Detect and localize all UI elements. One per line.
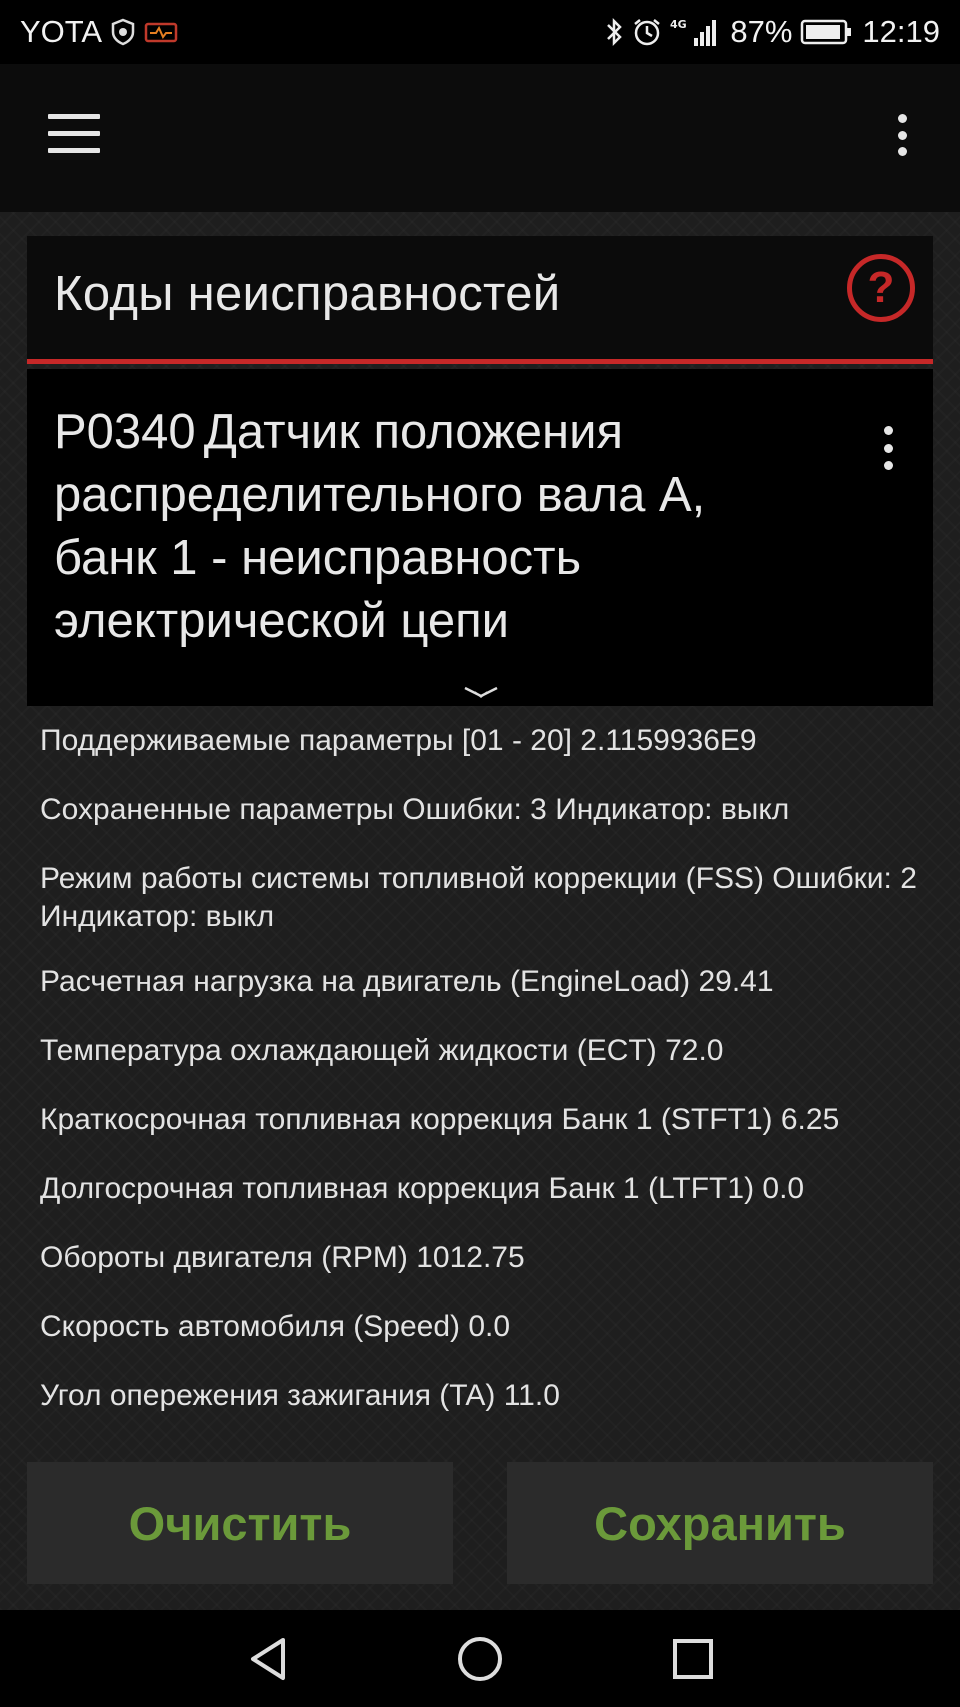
clear-button[interactable]: Очистить — [27, 1462, 453, 1584]
car-diagnostics-icon — [144, 19, 178, 45]
error-options-icon[interactable] — [873, 426, 903, 470]
parameter-item: Краткосрочная топливная коррекция Банк 1… — [40, 1103, 840, 1136]
status-bar-left: YOTA — [20, 14, 178, 50]
app-bar — [0, 64, 960, 212]
alarm-icon — [632, 17, 662, 47]
menu-icon[interactable] — [48, 114, 100, 154]
shield-icon — [110, 18, 136, 46]
parameter-item: Долгосрочная топливная коррекция Банк 1 … — [40, 1172, 805, 1205]
carrier-label: YOTA — [20, 14, 103, 49]
screen: YOTA 4G 87% 12:19 Коды неисправностей ? … — [0, 0, 960, 1707]
parameter-item: Расчетная нагрузка на двигатель (EngineL… — [40, 965, 774, 998]
parameter-item: Скорость автомобиля (Speed) 0.0 — [40, 1310, 511, 1343]
navigation-bar — [0, 1610, 960, 1707]
parameter-item: Сохраненные параметры Ошибки: 3 Индикато… — [40, 793, 790, 826]
page-title: Коды неисправностей — [54, 267, 561, 321]
parameter-item: Угол опережения зажигания (TA) 11.0 — [40, 1379, 560, 1412]
parameter-item: Режим работы системы топливной коррекции… — [40, 862, 917, 933]
chevron-down-icon[interactable] — [463, 685, 499, 701]
parameter-item: Обороты двигателя (RPM) 1012.75 — [40, 1241, 525, 1274]
error-code: P0340 — [54, 405, 196, 459]
clock: 12:19 — [862, 14, 940, 49]
home-icon[interactable] — [455, 1634, 505, 1684]
parameter-item: Температура охлаждающей жидкости (ECT) 7… — [40, 1034, 724, 1067]
network-type-label: 4G — [670, 18, 687, 31]
bluetooth-icon — [604, 17, 624, 47]
signal-icon: 4G — [670, 16, 722, 48]
back-icon[interactable] — [245, 1634, 295, 1684]
overflow-menu-icon[interactable] — [884, 110, 920, 160]
help-icon[interactable]: ? — [847, 254, 915, 322]
battery-percent: 87% — [730, 14, 793, 49]
status-bar: YOTA 4G 87% 12:19 — [0, 0, 960, 64]
parameters-list: Поддерживаемые параметры [01 - 20] 2.115… — [40, 722, 920, 1446]
error-text: P0340 Датчик положения распределительного… — [54, 401, 794, 653]
battery-icon — [800, 18, 854, 46]
recent-apps-icon[interactable] — [668, 1634, 718, 1684]
error-code-card[interactable]: P0340 Датчик положения распределительного… — [27, 369, 933, 706]
parameter-item: Поддерживаемые параметры [01 - 20] 2.115… — [40, 724, 757, 757]
save-button[interactable]: Сохранить — [507, 1462, 933, 1584]
status-bar-right: 4G 87% 12:19 — [604, 14, 940, 50]
trouble-codes-header: Коды неисправностей ? — [27, 236, 933, 364]
